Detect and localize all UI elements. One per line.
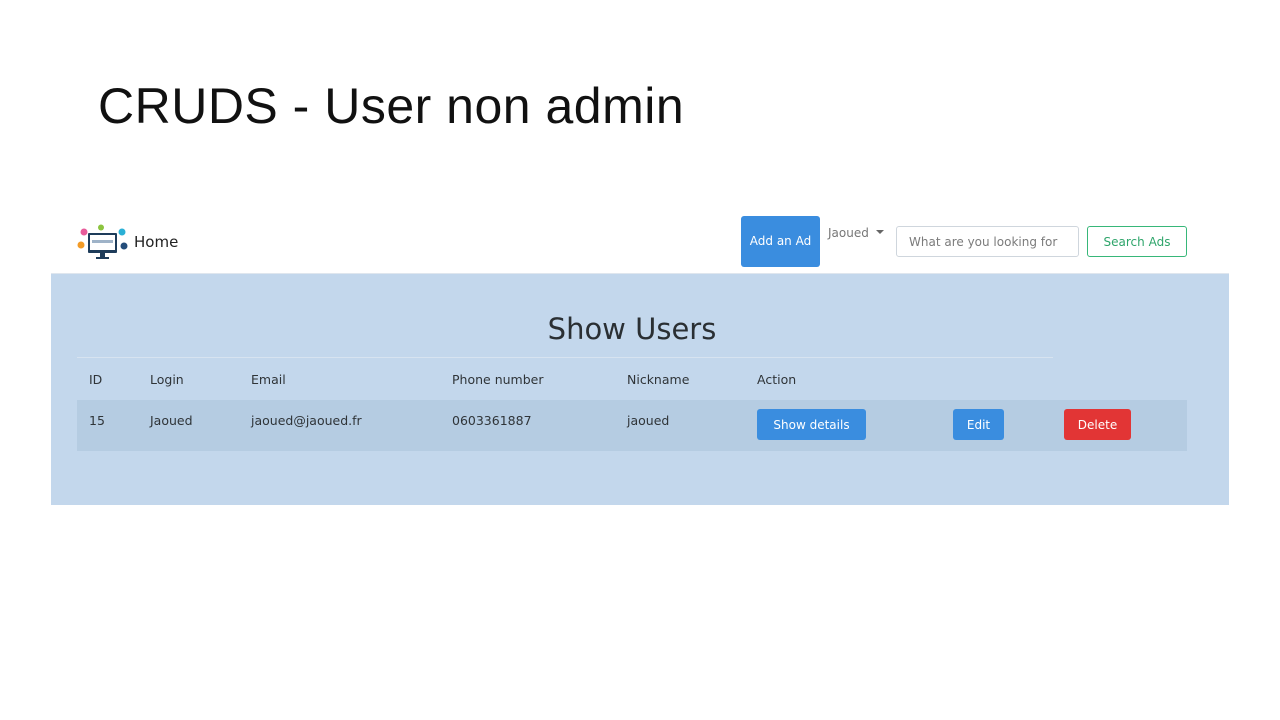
app-screenshot: Home Add an Ad Jaoued Search Ads Show Us… — [51, 212, 1229, 505]
column-header-action: Action — [757, 372, 797, 387]
cell-phone: 0603361887 — [452, 413, 532, 428]
title-divider — [77, 357, 1053, 358]
slide-title: CRUDS - User non admin — [98, 78, 685, 134]
cell-nickname: jaoued — [627, 413, 670, 428]
home-link-label: Home — [134, 233, 179, 251]
column-header-nickname: Nickname — [627, 372, 690, 387]
table-row: 15 Jaoued jaoued@jaoued.fr 0603361887 ja… — [77, 400, 1187, 451]
column-header-phone: Phone number — [452, 372, 544, 387]
user-menu-label: Jaoued — [828, 226, 869, 240]
search-ads-button[interactable]: Search Ads — [1087, 226, 1187, 257]
caret-down-icon — [875, 230, 884, 234]
cell-id: 15 — [89, 413, 105, 428]
users-panel: Show Users ID Login Email Phone number N… — [51, 274, 1229, 505]
delete-button[interactable]: Delete — [1064, 409, 1131, 440]
navbar: Home Add an Ad Jaoued Search Ads — [51, 212, 1229, 274]
table-header-row: ID Login Email Phone number Nickname Act… — [77, 361, 1187, 399]
cell-email: jaoued@jaoued.fr — [251, 413, 362, 428]
show-details-button[interactable]: Show details — [757, 409, 866, 440]
edit-button[interactable]: Edit — [953, 409, 1004, 440]
column-header-id: ID — [89, 372, 103, 387]
search-input[interactable] — [896, 226, 1079, 257]
column-header-login: Login — [150, 372, 184, 387]
brand-link[interactable]: Home — [76, 224, 178, 260]
page-title: Show Users — [547, 312, 717, 346]
add-ad-button[interactable]: Add an Ad — [741, 216, 820, 267]
computer-logo-icon — [76, 224, 130, 260]
cell-login: Jaoued — [150, 413, 193, 428]
user-menu-dropdown[interactable]: Jaoued — [828, 226, 884, 240]
column-header-email: Email — [251, 372, 286, 387]
